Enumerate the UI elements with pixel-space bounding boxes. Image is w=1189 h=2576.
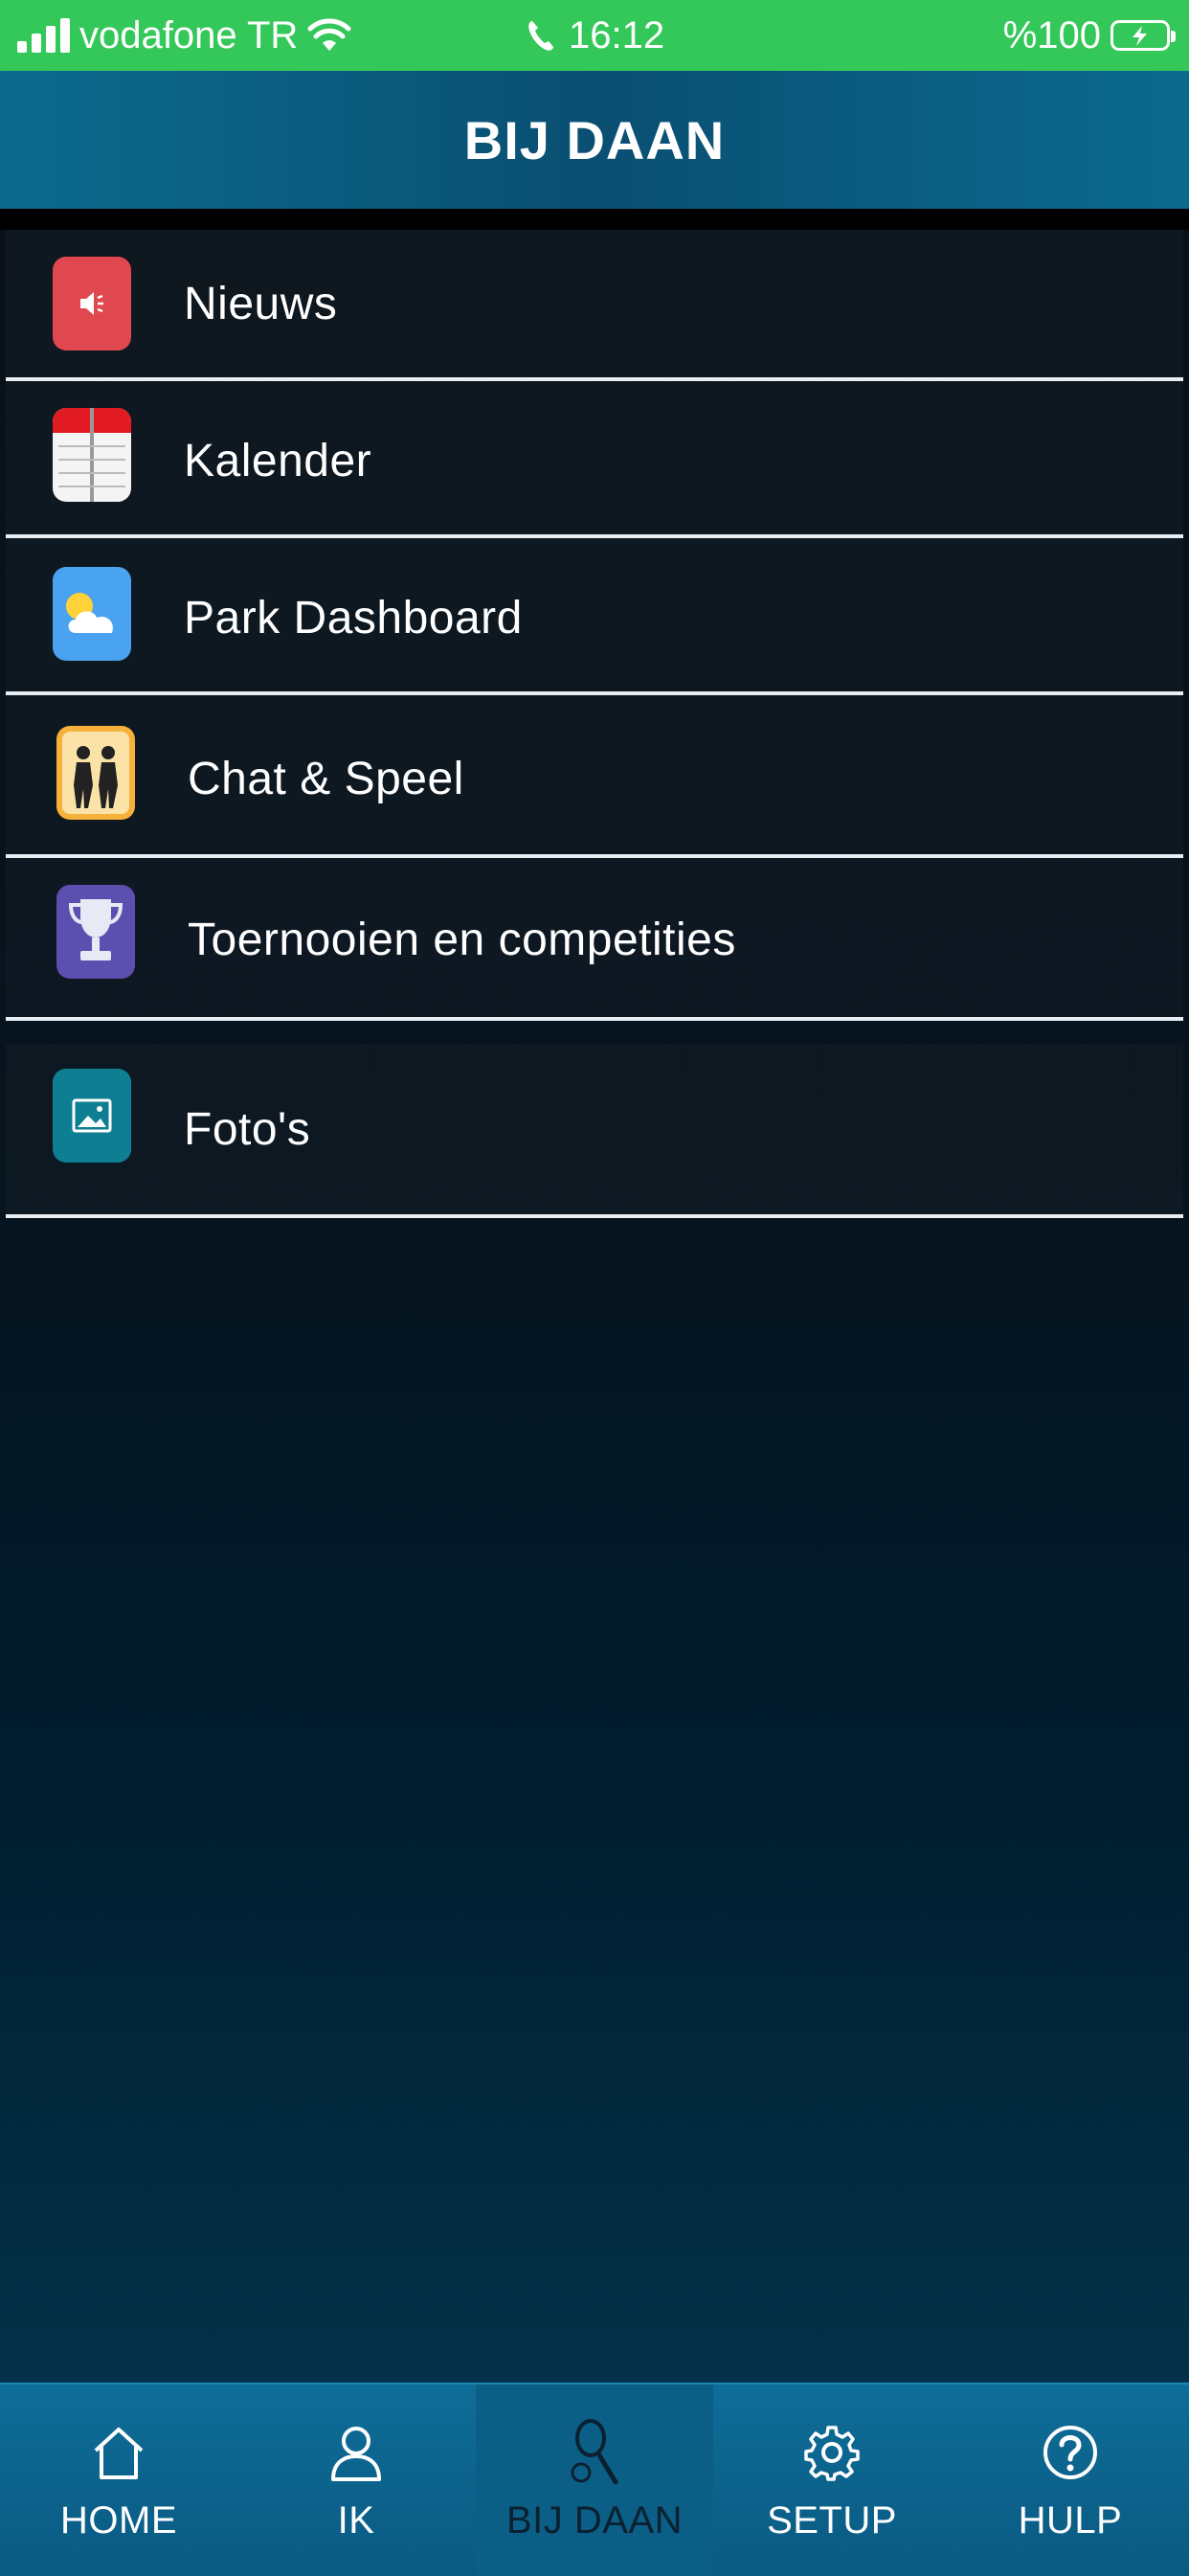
trophy-icon [56, 885, 135, 979]
carrier-name: vodafone TR [79, 13, 299, 56]
tab-bar: HOME IK BIJ DAAN SETUP HULP [0, 2383, 1189, 2576]
app-header: BIJ DAAN [0, 71, 1189, 209]
menu-item-park-dashboard[interactable]: Park Dashboard [6, 538, 1183, 695]
menu-item-nieuws[interactable]: Nieuws [6, 230, 1183, 381]
calendar-icon [53, 408, 131, 502]
tab-hulp[interactable]: HULP [952, 2384, 1189, 2576]
speaker-icon [53, 257, 131, 350]
status-right: %100 [1002, 0, 1176, 71]
header-divider [0, 209, 1189, 230]
racket-icon [561, 2419, 628, 2486]
menu-item-label: Foto's [184, 1104, 311, 1155]
signal-icon [17, 18, 70, 53]
phone-icon [528, 21, 553, 51]
battery-icon [1110, 20, 1176, 51]
menu-item-chat-speel[interactable]: Chat & Speel [6, 695, 1183, 858]
person-icon [323, 2419, 390, 2486]
menu-item-kalender[interactable]: Kalender [6, 381, 1183, 538]
tab-ik[interactable]: IK [237, 2384, 475, 2576]
gear-icon [798, 2419, 865, 2486]
menu-item-label: Park Dashboard [184, 593, 523, 644]
status-left: vodafone TR [17, 0, 351, 71]
status-center: 16:12 [527, 0, 664, 71]
menu-item-toernooien[interactable]: Toernooien en competities [6, 858, 1183, 1021]
tab-label: HULP [1018, 2499, 1123, 2542]
menu-item-label: Nieuws [184, 279, 338, 329]
menu-item-label: Toernooien en competities [188, 915, 736, 965]
menu-list: Nieuws Kalender Park Dashboard Chat & Sp… [6, 230, 1183, 1218]
photo-icon [53, 1069, 131, 1163]
menu-item-label: Chat & Speel [188, 754, 464, 804]
tab-label: BIJ DAAN [505, 2499, 684, 2542]
help-icon [1037, 2419, 1104, 2486]
weather-icon [53, 567, 131, 661]
battery-percent: %100 [1002, 13, 1101, 56]
tab-home[interactable]: HOME [0, 2384, 237, 2576]
tab-label: SETUP [767, 2499, 897, 2542]
tab-setup[interactable]: SETUP [713, 2384, 951, 2576]
home-icon [85, 2419, 152, 2486]
tab-bij-daan[interactable]: BIJ DAAN [476, 2384, 713, 2576]
menu-item-fotos[interactable]: Foto's [6, 1044, 1183, 1218]
status-bar: vodafone TR 16:12 %100 [0, 0, 1189, 71]
tab-label: HOME [60, 2499, 177, 2542]
tab-label: IK [337, 2499, 375, 2542]
wifi-icon [307, 18, 351, 51]
players-icon [56, 726, 135, 820]
page-title: BIJ DAAN [463, 109, 726, 170]
status-time: 16:12 [569, 13, 665, 56]
menu-item-label: Kalender [184, 436, 372, 486]
